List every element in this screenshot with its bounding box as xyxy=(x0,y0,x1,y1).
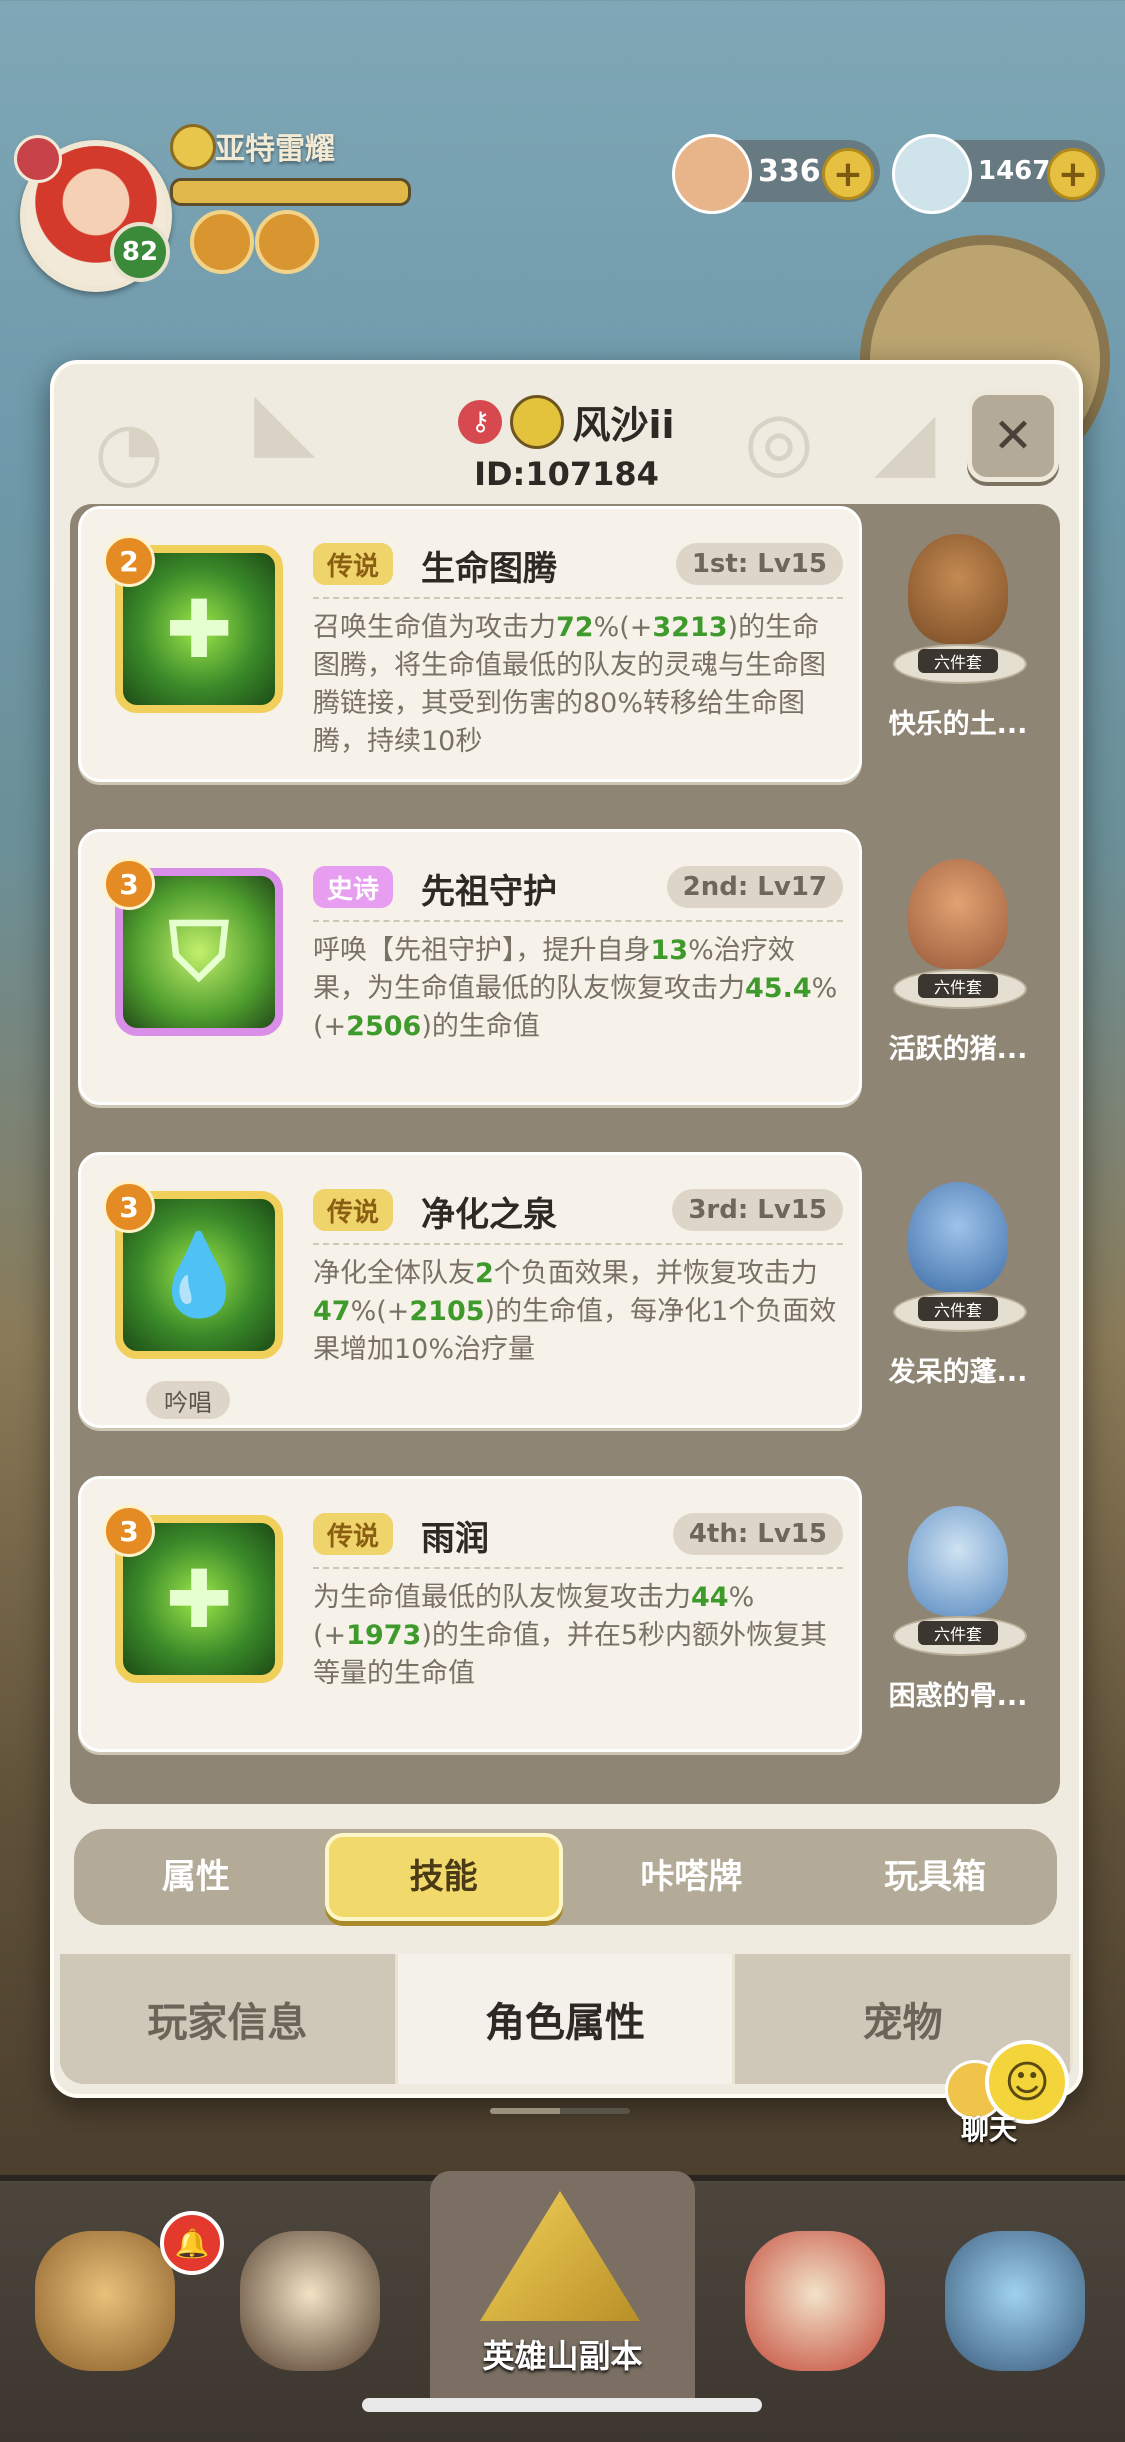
rarity-tag: 传说 xyxy=(313,543,394,585)
skill-name: 先祖守护 xyxy=(421,872,557,912)
page-indicator xyxy=(490,2108,630,2114)
add-pearl-button[interactable]: + xyxy=(1047,148,1099,200)
set-name: 活跃的猪... xyxy=(888,1034,1028,1065)
skill-card[interactable]: 3 💧 传说 净化之泉 3rd: Lv15 净化全体队友2个负面效果，并恢复攻击… xyxy=(78,1152,862,1428)
set-name: 发呆的蓬... xyxy=(888,1357,1028,1388)
chat-button[interactable]: ☺ 聊天 xyxy=(945,2040,1069,2150)
nav-item-hero1[interactable]: 🔔 xyxy=(20,2211,224,2391)
hero-portrait-icon xyxy=(35,2231,175,2371)
mountain-icon xyxy=(480,2191,640,2321)
player-exp-bar xyxy=(170,178,411,206)
set-panel[interactable]: 六件套 快乐的土... xyxy=(870,504,1046,804)
skills-list: 2 ✚ 传说 生命图腾 1st: Lv15 召唤生命值为攻击力72%(+3213… xyxy=(70,504,1060,1804)
set-figure-icon: 六件套 xyxy=(893,1182,1027,1332)
add-shell-button[interactable]: + xyxy=(822,148,874,200)
set-panel[interactable]: 六件套 发呆的蓬... xyxy=(870,1152,1046,1452)
hud-skill-icon[interactable] xyxy=(190,210,254,274)
nav-item-shop[interactable] xyxy=(930,2221,1100,2391)
player-profile-modal: ◔ ◣ ◎ ◢ ⚷ 风沙ii ID:107184 ✕ 2 ✚ 传说 生命图腾 1… xyxy=(50,360,1083,2098)
skill-name: 净化之泉 xyxy=(421,1195,557,1235)
tab-toybox[interactable]: 玩具箱 xyxy=(820,1837,1050,1917)
set-panel[interactable]: 六件套 困惑的骨... xyxy=(870,1476,1046,1776)
guild-face-icon xyxy=(510,394,565,449)
currency-shell: 336 + xyxy=(672,134,880,214)
nav-center-label: 英雄山副本 xyxy=(482,2337,643,2375)
skill-level: 4th: Lv15 xyxy=(672,1513,843,1555)
rarity-tag: 传说 xyxy=(313,1189,394,1231)
skill-card[interactable]: 3 ⛉ 史诗 先祖守护 2nd: Lv17 呼唤【先祖守护】，提升自身13%治疗… xyxy=(78,829,862,1105)
divider xyxy=(313,597,843,599)
player-name: 亚特雷耀 xyxy=(215,132,335,167)
skill-rank-badge: 2 xyxy=(103,535,155,587)
tab-character-attributes[interactable]: 角色属性 xyxy=(397,1954,736,2084)
home-indicator xyxy=(362,2398,762,2412)
modal-header: ⚷ 风沙ii ID:107184 xyxy=(54,394,1079,493)
skill-name: 生命图腾 xyxy=(421,549,557,589)
profile-id: ID:107184 xyxy=(474,455,659,493)
set-name: 困惑的骨... xyxy=(888,1681,1028,1712)
skill-description: 呼唤【先祖守护】，提升自身13%治疗效果，为生命值最低的队友恢复攻击力45.4%… xyxy=(313,935,838,1042)
skill-description: 净化全体队友2个负面效果，并恢复攻击力47%(+2105)的生命值，每净化1个负… xyxy=(313,1258,837,1365)
player-level-badge: 82 xyxy=(110,222,170,282)
chant-tag: 吟唱 xyxy=(146,1381,230,1419)
hero-portrait-icon xyxy=(240,2231,380,2371)
portal-icon xyxy=(945,2231,1085,2371)
rarity-tag: 史诗 xyxy=(313,866,394,908)
segment-tabs: 属性 技能 咔嗒牌 玩具箱 xyxy=(74,1829,1057,1925)
set-count-label: 六件套 xyxy=(918,649,998,673)
tab-attributes[interactable]: 属性 xyxy=(81,1837,311,1917)
skill-rank-badge: 3 xyxy=(103,858,155,910)
divider xyxy=(313,1243,843,1245)
skill-card[interactable]: 2 ✚ 传说 生命图腾 1st: Lv15 召唤生命值为攻击力72%(+3213… xyxy=(78,506,862,782)
tab-player-info[interactable]: 玩家信息 xyxy=(60,1954,398,2084)
set-name: 快乐的土... xyxy=(888,709,1028,740)
set-count-label: 六件套 xyxy=(918,1621,998,1645)
currency-pearl: 146727 + xyxy=(892,134,1105,214)
nav-item-hero3[interactable] xyxy=(730,2221,900,2391)
set-count-label: 六件套 xyxy=(918,974,998,998)
rarity-tag: 传说 xyxy=(313,1513,394,1555)
key-icon: ⚷ xyxy=(458,399,503,444)
shell-icon xyxy=(672,134,752,214)
hud-skill-icon[interactable] xyxy=(255,210,319,274)
skill-rank-badge: 3 xyxy=(103,1505,155,1557)
skill-card[interactable]: 3 ✚ 传说 雨润 4th: Lv15 为生命值最低的队友恢复攻击力44%(+1… xyxy=(78,1476,862,1752)
profile-name: 风沙ii xyxy=(572,403,675,447)
skill-rank-badge: 3 xyxy=(103,1181,155,1233)
player-name-icon xyxy=(170,124,216,170)
skill-level: 2nd: Lv17 xyxy=(666,866,843,908)
skill-name: 雨润 xyxy=(421,1519,489,1559)
nav-item-hero2[interactable] xyxy=(225,2221,395,2391)
set-panel[interactable]: 六件套 活跃的猪... xyxy=(870,829,1046,1129)
avatar-corner-badge xyxy=(14,135,62,183)
currency-shell-value: 336 xyxy=(758,153,821,189)
skill-description: 召唤生命值为攻击力72%(+3213)的生命图腾，将生命值最低的队友的灵魂与生命… xyxy=(313,612,826,757)
notification-bell-icon: 🔔 xyxy=(160,2211,224,2275)
set-figure-icon: 六件套 xyxy=(893,1506,1027,1656)
set-count-label: 六件套 xyxy=(918,1297,998,1321)
profile-tabs: 玩家信息 角色属性 宠物 xyxy=(60,1954,1073,2084)
divider xyxy=(313,1567,843,1569)
skill-level: 3rd: Lv15 xyxy=(672,1189,843,1231)
tab-skills[interactable]: 技能 xyxy=(324,1833,563,1921)
skill-level: 1st: Lv15 xyxy=(675,543,843,585)
tab-cards[interactable]: 咔嗒牌 xyxy=(576,1837,806,1917)
close-button[interactable]: ✕ xyxy=(967,390,1059,482)
divider xyxy=(313,920,843,922)
set-figure-icon: 六件套 xyxy=(893,534,1027,684)
set-figure-icon: 六件套 xyxy=(893,859,1027,1009)
hero-portrait-icon xyxy=(745,2231,885,2371)
chat-label: 聊天 xyxy=(961,2113,1018,2146)
nav-item-dungeon[interactable]: 英雄山副本 xyxy=(430,2171,695,2411)
pearl-icon xyxy=(892,134,972,214)
skill-description: 为生命值最低的队友恢复攻击力44%(+1973)的生命值，并在5秒内额外恢复其等… xyxy=(313,1582,828,1689)
